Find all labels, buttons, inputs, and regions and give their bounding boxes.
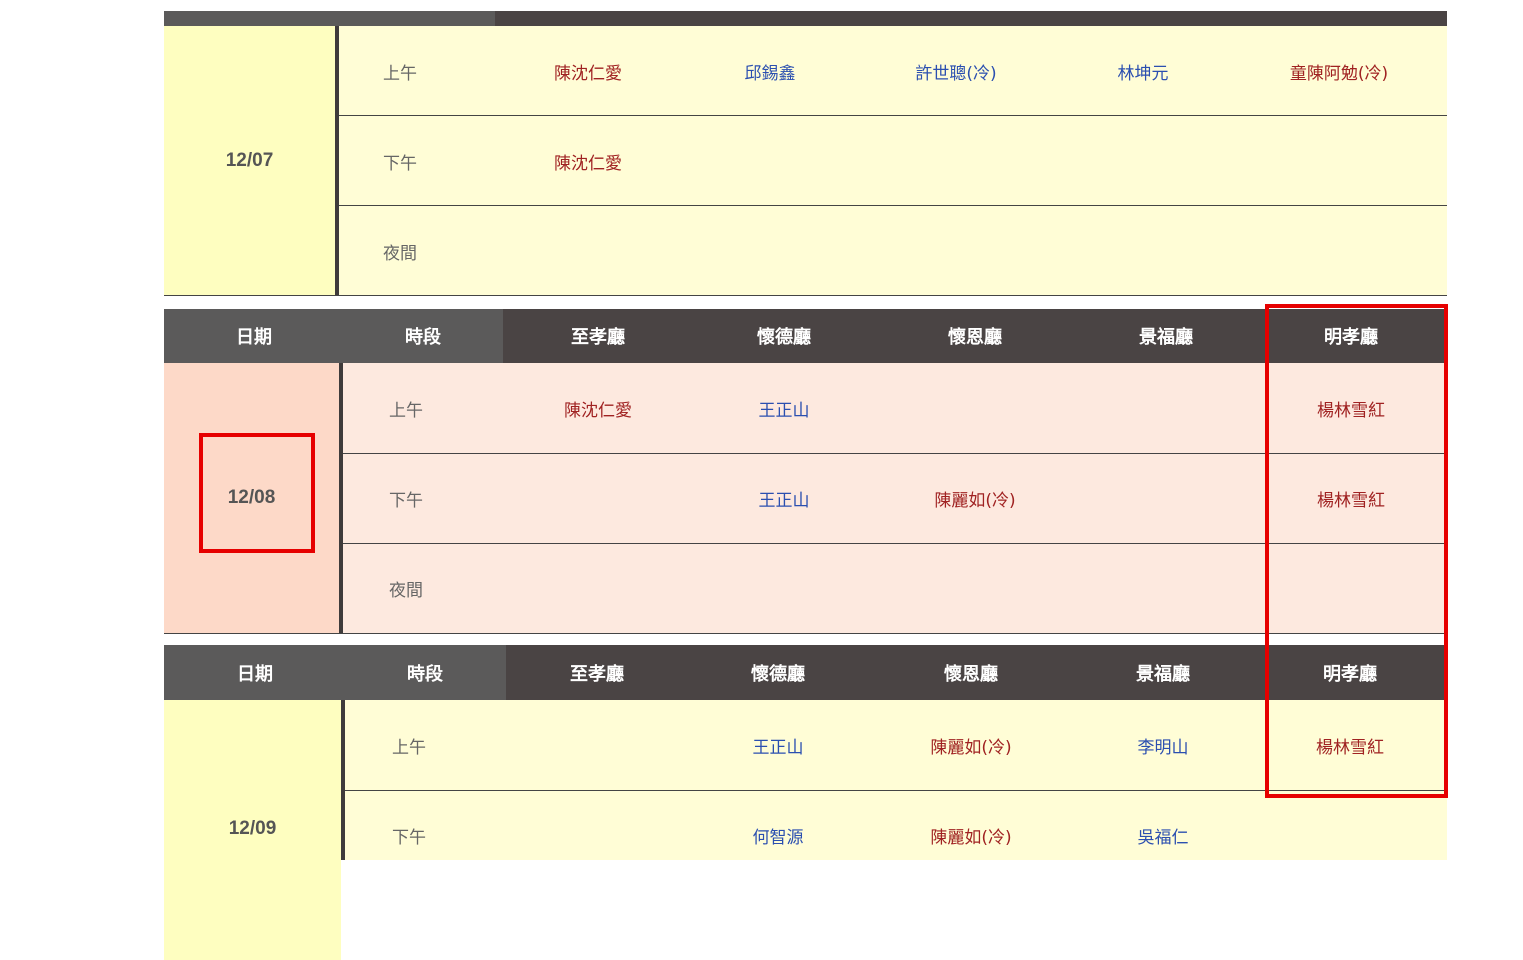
time-slot-label: 夜間 (383, 243, 417, 264)
booking-huaide[interactable]: 邱錫鑫 (680, 26, 860, 116)
header-cell-3: 懷德廳 (757, 327, 811, 348)
booking-zhixiao[interactable]: 陳沈仁愛 (498, 116, 678, 206)
booking-huaien[interactable]: 陳麗如(冷) (885, 453, 1065, 543)
date-cell-1207: 12/07 (164, 26, 335, 296)
booking-mingxiao[interactable]: 童陳阿勉(冷) (1249, 26, 1429, 116)
booking-huaide[interactable]: 王正山 (694, 453, 874, 543)
time-slot-label: 上午 (392, 737, 426, 758)
time-slot-label: 夜間 (389, 580, 423, 601)
header-cell-4: 懷恩廳 (948, 327, 1002, 348)
header-cell-1: 時段 (405, 327, 441, 348)
time-slot-label: 上午 (383, 63, 417, 84)
highlight-date-1208 (199, 433, 315, 553)
booking-jingfu[interactable]: 林坤元 (1053, 26, 1233, 116)
booking-huaien[interactable]: 陳麗如(冷) (881, 700, 1061, 790)
header-cell-4: 懷恩廳 (944, 663, 998, 685)
divider (341, 700, 345, 860)
time-slot-label: 上午 (389, 400, 423, 421)
date-label: 12/09 (228, 818, 277, 839)
highlight-column-minghsiao (1265, 304, 1448, 798)
divider (339, 363, 343, 633)
time-slot-label: 下午 (389, 490, 423, 511)
booking-jingfu[interactable]: 李明山 (1073, 700, 1253, 790)
time-slot-label: 下午 (383, 153, 417, 174)
header-cell-0: 日期 (236, 327, 272, 348)
booking-huaien[interactable]: 許世聰(冷) (866, 26, 1046, 116)
booking-jingfu[interactable]: 吳福仁 (1073, 790, 1253, 880)
booking-zhixiao[interactable]: 陳沈仁愛 (508, 363, 688, 453)
booking-huaide[interactable]: 何智源 (688, 790, 868, 880)
booking-zhixiao[interactable]: 陳沈仁愛 (498, 26, 678, 116)
header-cell-0: 日期 (237, 663, 273, 685)
row-divider (164, 633, 1447, 634)
header-cell-1: 時段 (407, 663, 443, 685)
date-label: 12/07 (225, 150, 274, 171)
header-cell-2: 至孝廳 (571, 327, 625, 348)
header-cell-5: 景福廳 (1136, 663, 1190, 685)
header-strip-top-right (495, 11, 1447, 26)
time-slot-label: 下午 (392, 827, 426, 848)
date-cell-1209: 12/09 (164, 700, 341, 960)
header-cell-2: 至孝廳 (570, 663, 624, 685)
booking-huaide[interactable]: 王正山 (688, 700, 868, 790)
header-cell-5: 景福廳 (1139, 327, 1193, 348)
header-cell-3: 懷德廳 (751, 663, 805, 685)
booking-huaide[interactable]: 王正山 (694, 363, 874, 453)
header-strip-top-left (164, 11, 495, 26)
divider (335, 26, 339, 296)
booking-huaien[interactable]: 陳麗如(冷) (881, 790, 1061, 880)
